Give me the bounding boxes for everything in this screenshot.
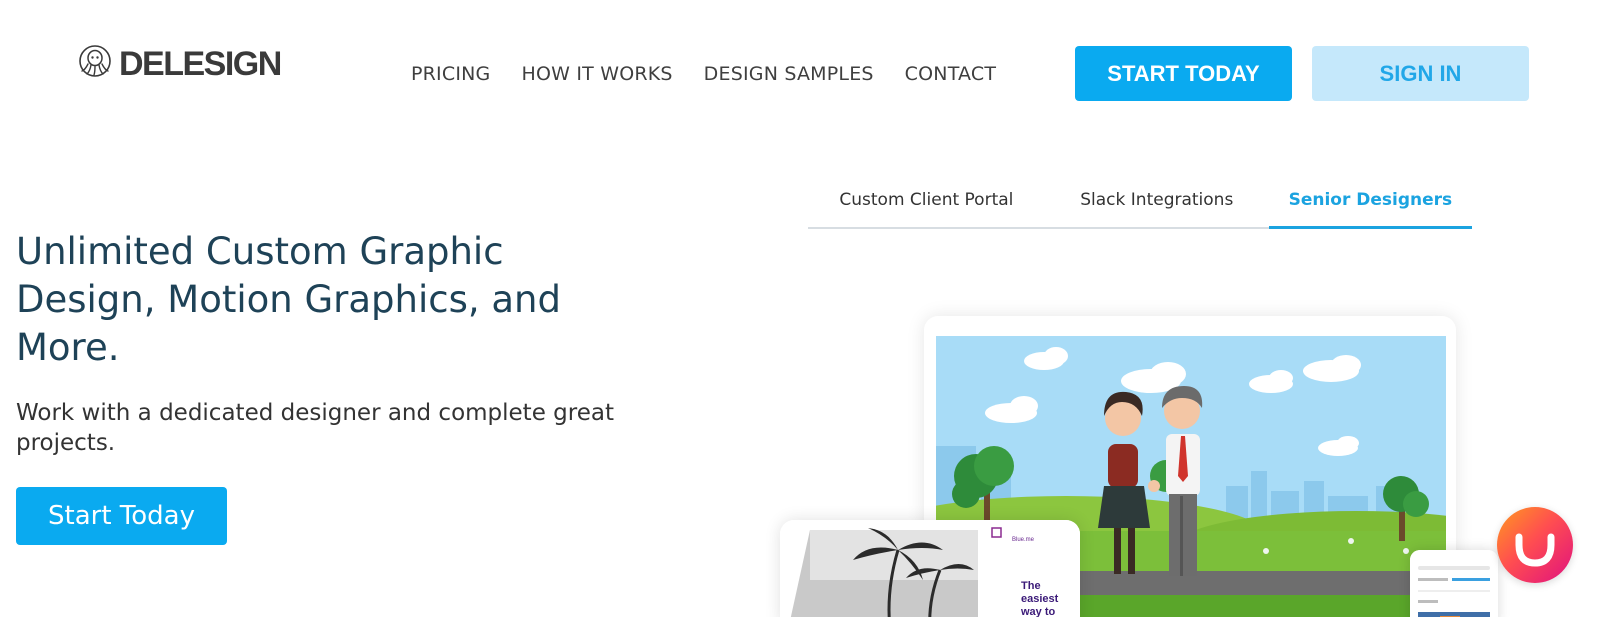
tab-slack-integrations[interactable]: Slack Integrations — [1045, 182, 1269, 229]
main-nav: PRICING HOW IT WORKS DESIGN SAMPLES CONT… — [411, 63, 996, 85]
nav-pricing[interactable]: PRICING — [411, 63, 490, 85]
hero-start-today-button[interactable]: Start Today — [16, 487, 227, 545]
mobile-app-preview — [1410, 550, 1498, 617]
feature-tabs: Custom Client Portal Slack Integrations … — [808, 182, 1473, 229]
nav-contact[interactable]: CONTACT — [905, 63, 997, 85]
mobile-mockup-card — [1410, 550, 1498, 617]
start-today-button[interactable]: START TODAY — [1075, 46, 1292, 101]
brand-name: DELESIGN — [119, 44, 282, 83]
hero-title: Unlimited Custom Graphic Design, Motion … — [16, 230, 561, 369]
brand-logo[interactable]: DELESIGN — [77, 44, 282, 84]
tab-senior-designers[interactable]: Senior Designers — [1268, 182, 1473, 229]
smile-icon — [1515, 533, 1555, 567]
octopus-logo-icon — [79, 45, 111, 77]
nav-how-it-works[interactable]: HOW IT WORKS — [521, 63, 672, 85]
card-title: The easiest way to create illustrations — [1021, 580, 1059, 617]
hero-subtitle: Work with a dedicated designer and compl… — [16, 400, 614, 456]
sign-in-button[interactable]: SIGN IN — [1312, 46, 1529, 101]
nav-design-samples[interactable]: DESIGN SAMPLES — [704, 63, 874, 85]
tab-custom-client-portal[interactable]: Custom Client Portal — [808, 182, 1045, 229]
chat-widget-icon[interactable] — [1497, 507, 1573, 583]
card-brand-label: Blue.me — [1012, 537, 1035, 543]
